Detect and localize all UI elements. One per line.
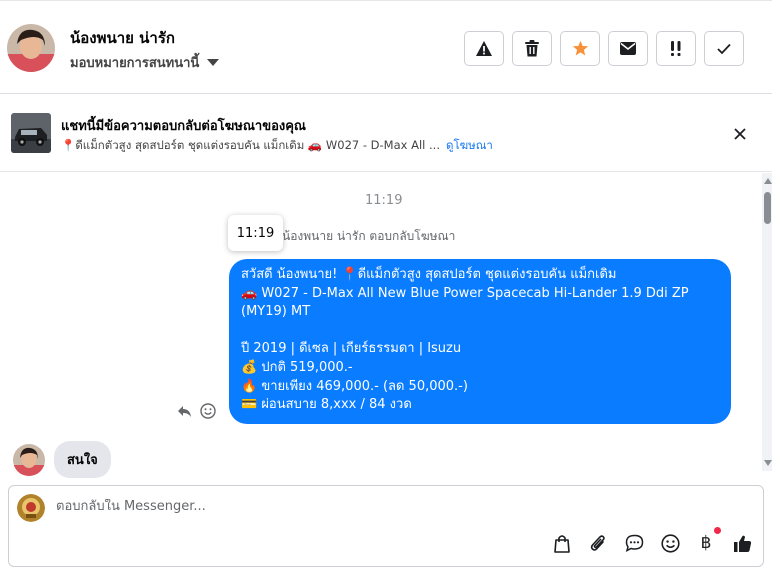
message-timestamp: 11:19 xyxy=(365,193,403,208)
message-line: 🔥 ขายเพียง 469,000.- (ลด 50,000.-) xyxy=(241,378,468,394)
mark-done-button[interactable] xyxy=(704,31,744,66)
contact-name[interactable]: น้องพนาย น่ารัก xyxy=(70,26,175,50)
message-composer: ฿ xyxy=(8,485,764,567)
assign-label: มอบหมายการสนทนานี้ xyxy=(70,56,200,71)
emoji-button[interactable] xyxy=(659,532,681,554)
star-button[interactable] xyxy=(560,31,600,66)
trash-icon xyxy=(525,40,539,57)
bag-icon xyxy=(554,534,570,553)
payment-button[interactable]: ฿ xyxy=(695,527,721,554)
incoming-message-bubble[interactable]: สนใจ xyxy=(54,441,111,478)
react-emoji-icon[interactable] xyxy=(200,403,216,419)
message-line: 💳 ผ่อนสบาย 8,xxx / 84 งวด xyxy=(241,397,412,413)
composer-tools: ฿ xyxy=(551,527,753,554)
view-ad-link[interactable]: ดูโฆษณา xyxy=(446,138,493,152)
notification-dot xyxy=(714,527,721,534)
time-tooltip: 11:19 xyxy=(228,215,283,251)
scroll-down-arrow[interactable] xyxy=(764,460,772,466)
thumbs-up-icon xyxy=(733,535,751,552)
message-line: สวัสดี น้องพนาย! 📍ดีแม็กตัวสูง สุดสปอร์ต… xyxy=(241,267,617,282)
message-line: 🚗 W027 - D-Max All New Blue Power Spacec… xyxy=(241,285,689,320)
mark-spam-button[interactable] xyxy=(464,31,504,66)
paperclip-icon xyxy=(590,534,605,551)
mail-icon xyxy=(620,42,636,55)
emoji-icon xyxy=(660,533,680,553)
close-banner-button[interactable] xyxy=(730,124,750,144)
check-icon xyxy=(717,43,731,54)
baht-icon: ฿ xyxy=(700,533,712,553)
close-icon xyxy=(734,128,746,140)
scroll-up-arrow[interactable] xyxy=(764,178,772,184)
reply-icon[interactable] xyxy=(177,405,192,418)
scroll-thumb[interactable] xyxy=(764,192,771,224)
like-button[interactable] xyxy=(731,532,753,554)
outgoing-message-bubble[interactable]: สวัสดี น้องพนาย! 📍ดีแม็กตัวสูง สุดสปอร์ต… xyxy=(229,259,731,424)
ad-banner-description: 📍ดีแม็กตัวสูง สุดสปอร์ต ชุดแต่งรอบคัน แม… xyxy=(61,137,493,155)
follow-up-icon xyxy=(671,41,681,56)
saved-replies-button[interactable] xyxy=(623,532,645,554)
warning-icon xyxy=(476,40,492,56)
incoming-message-row: สนใจ xyxy=(13,441,111,478)
message-input[interactable] xyxy=(56,499,656,514)
ad-banner-title: แชทนี้มีข้อความตอบกลับต่อโฆษณาของคุณ xyxy=(61,119,306,134)
follow-up-button[interactable] xyxy=(656,31,696,66)
sender-avatar[interactable] xyxy=(13,443,45,476)
star-icon xyxy=(572,40,588,56)
assign-conversation-dropdown[interactable]: มอบหมายการสนทนานี้ xyxy=(70,52,220,73)
page-avatar xyxy=(17,494,45,522)
message-actions xyxy=(177,403,216,419)
mark-unread-button[interactable] xyxy=(608,31,648,66)
saved-reply-icon xyxy=(625,534,643,552)
message-line: 💰 ปกติ 519,000.- xyxy=(241,359,353,375)
attach-button[interactable] xyxy=(587,532,609,554)
ad-reply-note: น้องพนาย น่ารัก ตอบกลับโฆษณา xyxy=(282,229,456,243)
ad-thumbnail[interactable] xyxy=(11,113,51,153)
header-actions xyxy=(464,31,744,66)
caret-down-icon xyxy=(207,59,220,66)
delete-button[interactable] xyxy=(512,31,552,66)
contact-avatar[interactable] xyxy=(7,24,55,72)
thread-scrollbar[interactable] xyxy=(762,173,772,471)
shop-button[interactable] xyxy=(551,532,573,554)
message-line: ปี 2019 | ดีเซล | เกียร์ธรรมดา | Isuzu xyxy=(241,341,462,357)
ad-description-text: 📍ดีแม็กตัวสูง สุดสปอร์ต ชุดแต่งรอบคัน แม… xyxy=(61,138,440,152)
